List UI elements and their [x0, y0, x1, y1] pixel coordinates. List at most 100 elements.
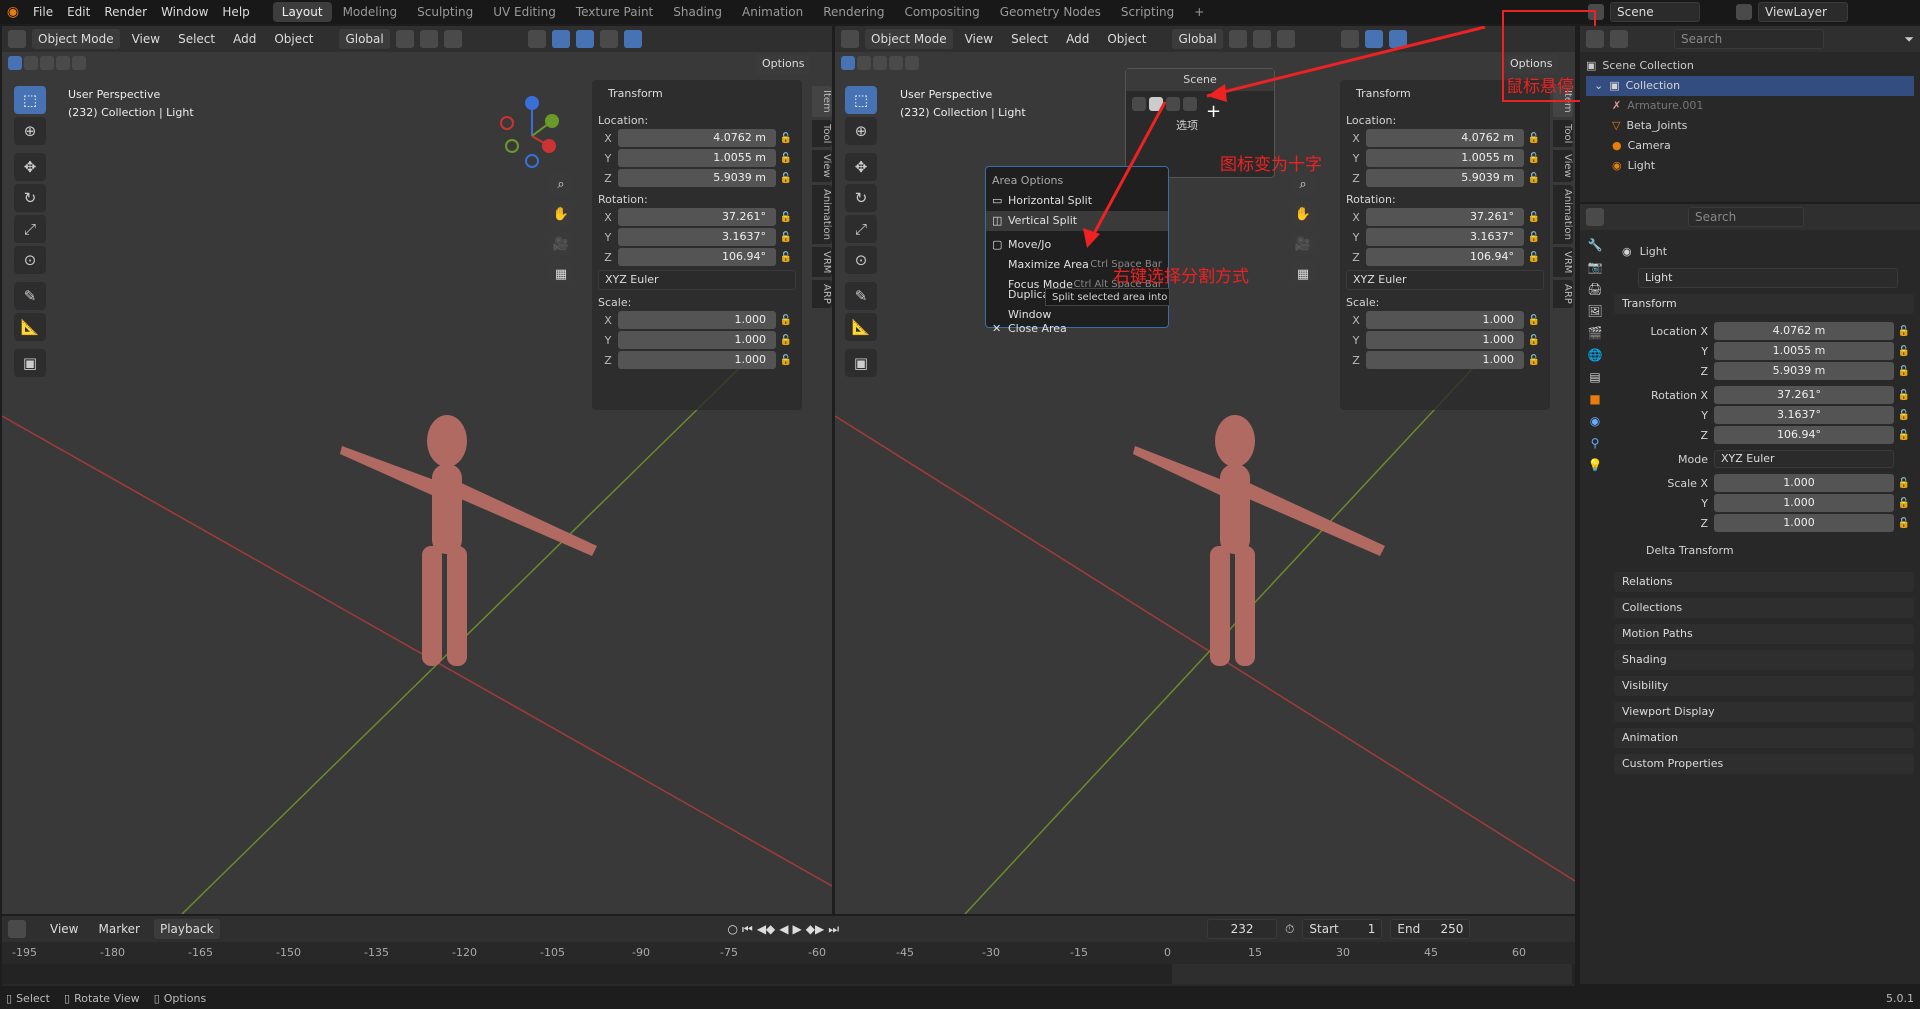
render-tab-icon[interactable]: 📷 — [1588, 260, 1603, 274]
xray-icon[interactable] — [599, 30, 618, 48]
overlay-icon[interactable] — [575, 30, 594, 48]
location-y-field[interactable]: 1.0055 m — [1714, 342, 1894, 360]
start-frame-field[interactable]: Start 1 — [1302, 919, 1383, 939]
tab-animation[interactable]: Animation — [812, 184, 832, 244]
next-key-icon[interactable]: ◆▶ — [806, 922, 824, 937]
tab-view[interactable]: View — [812, 150, 832, 182]
editor-type-icon[interactable] — [1586, 208, 1604, 226]
rotation-x-field[interactable]: 37.261° — [618, 208, 776, 226]
scene-field[interactable]: Scene — [1610, 2, 1700, 22]
outliner-search-input[interactable]: Search — [1674, 29, 1824, 49]
tab-sculpting[interactable]: Sculpting — [408, 2, 482, 22]
camera-view-icon[interactable]: 🎥 — [548, 231, 574, 257]
add-workspace-icon[interactable]: + — [1185, 2, 1213, 22]
record-icon[interactable]: ○ — [728, 922, 738, 937]
shading-section[interactable]: Shading — [1614, 650, 1914, 670]
rotation-z-field[interactable]: 106.94° — [618, 248, 776, 266]
tab-item[interactable]: Item — [812, 86, 832, 117]
lock-icon[interactable]: 🔓 — [776, 252, 796, 263]
measure-tool[interactable]: 📐 — [14, 313, 46, 341]
list-item[interactable]: ▽ Beta_Joints — [1586, 116, 1914, 136]
play-icon[interactable]: ▶ — [793, 922, 802, 937]
visibility-icon[interactable] — [527, 30, 546, 48]
collections-section[interactable]: Collections — [1614, 598, 1914, 618]
annotate-tool[interactable]: ✎ — [14, 282, 46, 310]
menu-add[interactable]: Add — [227, 29, 262, 49]
transform-panel-title[interactable]: Transform — [598, 84, 796, 104]
tab-rendering[interactable]: Rendering — [814, 2, 893, 22]
lock-icon[interactable]: 🔓 — [1894, 478, 1914, 489]
scale-y-field[interactable]: 1.000 — [618, 331, 776, 349]
rotate-tool[interactable]: ↻ — [14, 184, 46, 212]
rotation-x-field[interactable]: 37.261° — [1714, 386, 1894, 404]
zoom-icon[interactable]: ⌕ — [548, 171, 574, 197]
menu-select[interactable]: Select — [172, 29, 221, 49]
move-tool[interactable]: ✥ — [14, 153, 46, 181]
rotation-y-field[interactable]: 3.1637° — [618, 228, 776, 246]
scale-z-field[interactable]: 1.000 — [1714, 514, 1894, 532]
tab-animation[interactable]: Animation — [733, 2, 812, 22]
cursor-tool[interactable]: ⊕ — [14, 117, 46, 145]
viewport-right[interactable]: Object Mode View Select Add Object Globa… — [835, 26, 1575, 914]
tab-arp[interactable]: ARP — [812, 280, 832, 309]
select-mode-icon[interactable] — [40, 56, 54, 70]
collection-tab-icon[interactable]: ▤ — [1589, 370, 1600, 384]
viewport-display-section[interactable]: Viewport Display — [1614, 702, 1914, 722]
scale-y-field[interactable]: 1.000 — [1714, 494, 1894, 512]
editor-type-icon[interactable] — [1586, 30, 1604, 48]
tool-tab-icon[interactable]: 🔧 — [1588, 238, 1603, 252]
data-tab-icon[interactable]: 💡 — [1588, 458, 1603, 472]
viewport-left[interactable]: Object Mode View Select Add Object Globa… — [2, 26, 832, 914]
shading-solid-icon[interactable] — [623, 30, 642, 48]
motion-paths-section[interactable]: Motion Paths — [1614, 624, 1914, 644]
lock-icon[interactable]: 🔓 — [1894, 498, 1914, 509]
location-z-field[interactable]: 5.9039 m — [618, 169, 776, 187]
scale-x-field[interactable]: 1.000 — [618, 311, 776, 329]
blender-logo-icon[interactable]: ◉ — [0, 4, 26, 20]
location-x-field[interactable]: 4.0762 m — [1714, 322, 1894, 340]
scale-tool[interactable]: ⤢ — [14, 215, 46, 243]
lock-icon[interactable]: 🔓 — [776, 355, 796, 366]
timeline-track[interactable] — [2, 964, 1575, 984]
current-frame-field[interactable]: 232 — [1207, 919, 1278, 939]
pivot-icon[interactable] — [395, 30, 414, 48]
location-z-field[interactable]: 5.9039 m — [1714, 362, 1894, 380]
pan-hand-icon[interactable]: ✋ — [548, 201, 574, 227]
timeline-ruler[interactable]: -195 -180 -165 -150 -135 -120 -105 -90 -… — [2, 942, 1575, 964]
animation-section[interactable]: Animation — [1614, 728, 1914, 748]
rotation-mode-dropdown[interactable]: XYZ Euler — [598, 270, 796, 290]
lock-icon[interactable]: 🔓 — [1894, 518, 1914, 529]
tab-texture-paint[interactable]: Texture Paint — [567, 2, 662, 22]
datablock-field[interactable]: Light — [1638, 268, 1898, 288]
rotation-y-field[interactable]: 3.1637° — [1714, 406, 1894, 424]
select-mode-icon[interactable] — [72, 56, 86, 70]
menu-object[interactable]: Object — [268, 29, 319, 49]
select-mode-icon[interactable] — [8, 56, 22, 70]
mode-dropdown[interactable]: Object Mode — [32, 29, 120, 49]
proportional-icon[interactable] — [443, 30, 462, 48]
scene-tab-icon[interactable]: 🎬 — [1588, 326, 1603, 340]
transform-section-header[interactable]: Transform — [1614, 294, 1914, 314]
editor-type-icon[interactable] — [8, 30, 26, 48]
list-item[interactable]: ✗ Armature.001 — [1586, 96, 1914, 116]
add-cube-tool[interactable]: ▣ — [14, 349, 46, 377]
lock-icon[interactable]: 🔓 — [1894, 346, 1914, 357]
location-y-field[interactable]: 1.0055 m — [618, 149, 776, 167]
menu-view[interactable]: View — [44, 919, 84, 939]
menu-render[interactable]: Render — [97, 0, 154, 24]
custom-properties-section[interactable]: Custom Properties — [1614, 754, 1914, 774]
menu-window[interactable]: Window — [154, 0, 215, 24]
collection-row[interactable]: ⌄ ▣ Collection — [1586, 76, 1914, 96]
tab-layout[interactable]: Layout — [272, 2, 332, 22]
jump-end-icon[interactable]: ⏭ — [828, 922, 839, 937]
lock-icon[interactable]: 🔓 — [1894, 366, 1914, 377]
lock-icon[interactable]: 🔓 — [776, 133, 796, 144]
select-box-tool[interactable]: ⬚ — [14, 86, 46, 114]
list-item[interactable]: ● Camera — [1586, 136, 1914, 156]
viewlayer-icon[interactable] — [1736, 4, 1752, 20]
ortho-grid-icon[interactable]: ▦ — [548, 261, 574, 287]
orientation-dropdown[interactable]: Global — [339, 29, 390, 49]
scale-z-field[interactable]: 1.000 — [618, 351, 776, 369]
end-frame-field[interactable]: End 250 — [1390, 919, 1471, 939]
scale-x-field[interactable]: 1.000 — [1714, 474, 1894, 492]
